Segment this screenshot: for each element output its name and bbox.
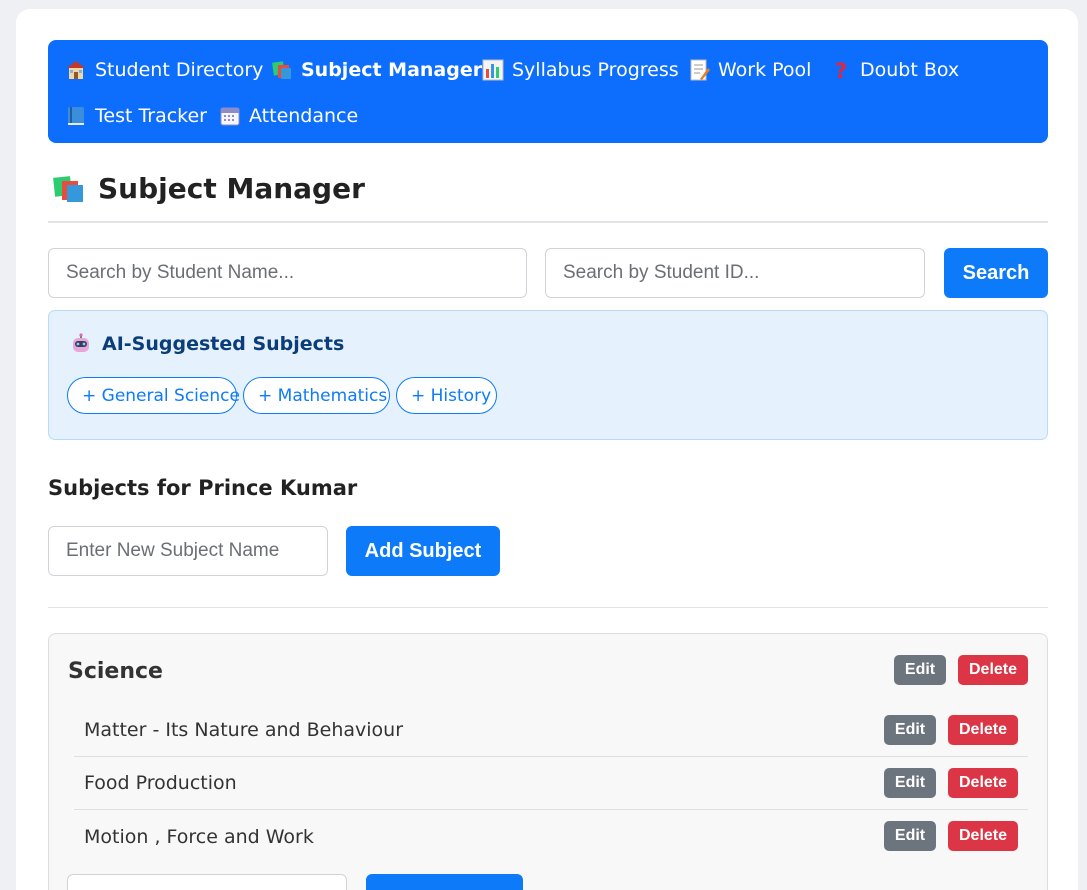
topic-row: Matter - Its Nature and Behaviour Edit D…: [74, 704, 1028, 757]
nav-item-subject-manager[interactable]: Subject Manager: [271, 59, 482, 81]
ai-panel-title: AI-Suggested Subjects: [70, 333, 344, 355]
page-title-text: Subject Manager: [98, 172, 365, 205]
blue-book-icon: [65, 105, 87, 127]
nav-item-attendance[interactable]: Attendance: [219, 105, 358, 127]
subjects-heading: Subjects for Prince Kumar: [48, 476, 358, 500]
nav-label: Subject Manager: [301, 59, 483, 81]
suggestion-chip-general-science[interactable]: + General Science: [67, 377, 240, 414]
edit-topic-button[interactable]: Edit: [884, 821, 936, 851]
books-icon: [52, 174, 86, 204]
suggestion-chip-history[interactable]: + History: [396, 377, 497, 414]
delete-topic-button[interactable]: Delete: [948, 821, 1018, 851]
subject-card: Science Edit Delete Matter - Its Nature …: [48, 633, 1048, 890]
books-icon: [271, 59, 293, 81]
student-name-search-input[interactable]: [48, 248, 527, 298]
calendar-icon: [219, 105, 241, 127]
ai-panel-title-text: AI-Suggested Subjects: [102, 333, 345, 355]
question-icon: ?: [830, 59, 852, 83]
nav-label: Syllabus Progress: [512, 59, 679, 81]
topic-name: Food Production: [84, 772, 237, 794]
edit-subject-button[interactable]: Edit: [894, 655, 946, 685]
topic-name: Motion , Force and Work: [84, 825, 314, 848]
nav-label: Doubt Box: [860, 59, 960, 81]
svg-text:?: ?: [835, 59, 847, 81]
edit-topic-button[interactable]: Edit: [884, 715, 936, 745]
topic-row: Motion , Force and Work Edit Delete: [74, 810, 1028, 863]
topic-name: Matter - Its Nature and Behaviour: [84, 719, 404, 741]
nav-label: Test Tracker: [95, 105, 207, 127]
divider: [48, 221, 1048, 223]
nav-label: Attendance: [249, 105, 359, 127]
add-subject-button[interactable]: Add Subject: [346, 526, 500, 576]
robot-icon: [70, 333, 92, 355]
topic-row: Food Production Edit Delete: [74, 757, 1028, 810]
search-button[interactable]: Search: [944, 248, 1048, 298]
new-subject-input[interactable]: [48, 526, 328, 576]
delete-topic-button[interactable]: Delete: [948, 768, 1018, 798]
suggestion-chip-mathematics[interactable]: + Mathematics: [243, 377, 390, 414]
nav-label: Work Pool: [718, 59, 812, 81]
nav-item-work-pool[interactable]: Work Pool: [688, 59, 811, 81]
top-nav: Student Directory Subject Manager Syllab…: [48, 40, 1048, 143]
page-title: Subject Manager: [52, 172, 365, 205]
nav-item-doubt-box[interactable]: ? Doubt Box: [830, 59, 960, 83]
add-topic-button[interactable]: [366, 874, 523, 890]
memo-icon: [688, 59, 710, 81]
edit-topic-button[interactable]: Edit: [884, 768, 936, 798]
bar-chart-icon: [482, 59, 504, 81]
ai-suggestions-panel: AI-Suggested Subjects + General Science …: [48, 310, 1048, 440]
nav-label: Student Directory: [95, 59, 264, 81]
divider: [48, 607, 1048, 608]
student-id-search-input[interactable]: [545, 248, 925, 298]
nav-item-test-tracker[interactable]: Test Tracker: [65, 105, 207, 127]
delete-subject-button[interactable]: Delete: [958, 655, 1028, 685]
nav-item-student-directory[interactable]: Student Directory: [65, 59, 263, 81]
school-icon: [65, 59, 87, 81]
new-topic-input[interactable]: [67, 874, 347, 890]
delete-topic-button[interactable]: Delete: [948, 715, 1018, 745]
subject-name: Science: [68, 659, 163, 684]
nav-item-syllabus-progress[interactable]: Syllabus Progress: [482, 59, 679, 81]
